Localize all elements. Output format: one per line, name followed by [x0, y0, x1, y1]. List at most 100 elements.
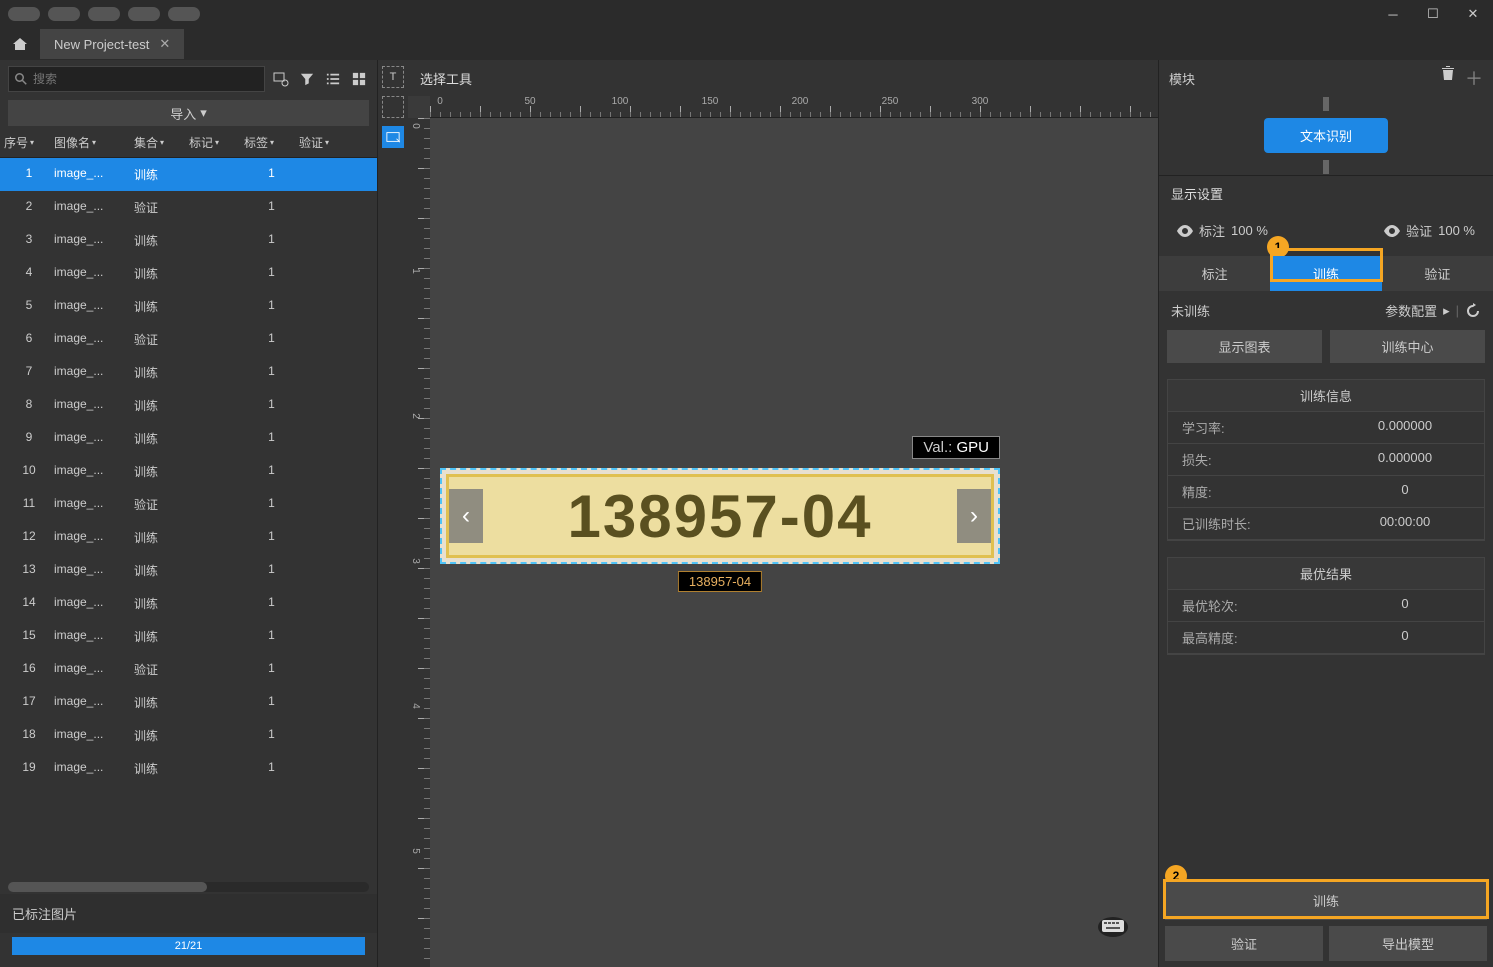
tab-close-icon[interactable]: ✕ — [159, 36, 170, 52]
table-row[interactable]: 12image_...训练1 — [0, 521, 377, 554]
minimize-button[interactable]: ─ — [1373, 0, 1413, 28]
import-button[interactable]: 导入 ▾ — [8, 100, 369, 126]
best-result-title: 最优结果 — [1168, 558, 1484, 590]
table-row[interactable]: 1image_...训练1 — [0, 158, 377, 191]
table-row[interactable]: 17image_...训练1 — [0, 686, 377, 719]
close-button[interactable]: ✕ — [1453, 0, 1493, 28]
table-row[interactable]: 18image_...训练1 — [0, 719, 377, 752]
table-row[interactable]: 8image_...训练1 — [0, 389, 377, 422]
toggle-annotation-visibility[interactable]: 标注 100 % — [1177, 221, 1268, 240]
maximize-button[interactable]: ☐ — [1413, 0, 1453, 28]
table-row[interactable]: 9image_...训练1 — [0, 422, 377, 455]
slot-top — [1159, 96, 1493, 112]
col-tag[interactable]: 标签▾ — [244, 134, 299, 151]
best-result-panel: 最优结果 最优轮次:0最高精度:0 — [1167, 557, 1485, 655]
table-row[interactable]: 10image_...训练1 — [0, 455, 377, 488]
menu-pill[interactable] — [8, 7, 40, 21]
right-panel: 模块 ＋ 文本识别 显示设置 标注 100 % 验证 100 % 1 — [1158, 60, 1493, 967]
train-button[interactable]: 训练 — [1165, 881, 1487, 920]
subtab-train[interactable]: 训练 — [1270, 256, 1381, 291]
tab-title: New Project-test — [54, 37, 149, 52]
ruler-horizontal: 050100150200250300 — [430, 96, 1158, 118]
canvas-area: 选择工具 050100150200250300 012345 Val.: GPU… — [408, 60, 1158, 967]
info-row: 已训练时长:00:00:00 — [1168, 508, 1484, 540]
info-row: 损失:0.000000 — [1168, 444, 1484, 476]
train-center-button[interactable]: 训练中心 — [1330, 330, 1485, 363]
grid-icon[interactable] — [349, 69, 369, 89]
ruler-vertical: 012345 — [408, 118, 430, 967]
table-row[interactable]: 13image_...训练1 — [0, 554, 377, 587]
best-row: 最优轮次:0 — [1168, 590, 1484, 622]
col-name[interactable]: 图像名▾ — [54, 134, 134, 151]
table-row[interactable]: 19image_...训练1 — [0, 752, 377, 785]
table-row[interactable]: 2image_...验证1 — [0, 191, 377, 224]
keyboard-icon[interactable] — [1098, 915, 1128, 937]
menu-pill[interactable] — [88, 7, 120, 21]
toolstrip: T — [378, 60, 408, 967]
image-selection[interactable]: Val.: GPU ‹ 138957-04 › 138957-04 — [440, 468, 1000, 564]
subtab-label[interactable]: 标注 — [1159, 256, 1270, 291]
train-info-title: 训练信息 — [1168, 380, 1484, 412]
table-row[interactable]: 5image_...训练1 — [0, 290, 377, 323]
image-search-icon[interactable] — [271, 69, 291, 89]
plate-text: 138957-04 — [568, 482, 873, 551]
show-chart-button[interactable]: 显示图表 — [1167, 330, 1322, 363]
titlebar: ─ ☐ ✕ — [0, 0, 1493, 28]
table-row[interactable]: 15image_...训练1 — [0, 620, 377, 653]
menu-pill[interactable] — [128, 7, 160, 21]
table-row[interactable]: 14image_...训练1 — [0, 587, 377, 620]
val-label: Val.: GPU — [912, 436, 1000, 459]
subtab-validate[interactable]: 验证 — [1382, 256, 1493, 291]
module-title: 模块 — [1169, 69, 1195, 88]
delete-module-icon[interactable] — [1441, 65, 1455, 91]
config-button[interactable]: 参数配置 — [1385, 301, 1437, 320]
left-panel: 导入 ▾ 序号▾ 图像名▾ 集合▾ 标记▾ 标签▾ 验证▾ 1image_...… — [0, 60, 378, 967]
menu-pill[interactable] — [48, 7, 80, 21]
table-body: 1image_...训练12image_...验证13image_...训练14… — [0, 158, 377, 880]
table-row[interactable]: 7image_...训练1 — [0, 356, 377, 389]
chevron-right-icon: ▸ — [1443, 303, 1450, 319]
canvas-toolbar-title: 选择工具 — [408, 60, 1158, 96]
eye-icon — [1384, 225, 1400, 237]
export-model-button[interactable]: 导出模型 — [1329, 926, 1487, 961]
search-input[interactable] — [8, 66, 265, 92]
train-info-panel: 训练信息 学习率:0.000000损失:0.000000精度:0已训练时长:00… — [1167, 379, 1485, 541]
menu-pill[interactable] — [168, 7, 200, 21]
home-button[interactable] — [0, 36, 40, 52]
table-row[interactable]: 3image_...训练1 — [0, 224, 377, 257]
info-row: 学习率:0.000000 — [1168, 412, 1484, 444]
table-row[interactable]: 16image_...验证1 — [0, 653, 377, 686]
validate-button[interactable]: 验证 — [1165, 926, 1323, 961]
prev-image-button[interactable]: ‹ — [449, 489, 483, 543]
h-scrollbar[interactable] — [8, 882, 369, 892]
search-field[interactable] — [33, 72, 258, 86]
toggle-validation-visibility[interactable]: 验证 100 % — [1384, 221, 1475, 240]
history-icon[interactable] — [1465, 303, 1481, 319]
col-index[interactable]: 序号▾ — [4, 134, 54, 151]
callout-badge-1: 1 — [1267, 236, 1289, 258]
project-tab[interactable]: New Project-test ✕ — [40, 29, 184, 59]
info-row: 精度:0 — [1168, 476, 1484, 508]
add-module-icon[interactable]: ＋ — [1465, 65, 1483, 91]
viewport[interactable]: Val.: GPU ‹ 138957-04 › 138957-04 — [430, 118, 1158, 967]
list-icon[interactable] — [323, 69, 343, 89]
table-row[interactable]: 4image_...训练1 — [0, 257, 377, 290]
col-mark[interactable]: 标记▾ — [189, 134, 244, 151]
text-tool[interactable]: T — [382, 66, 404, 88]
table-header: 序号▾ 图像名▾ 集合▾ 标记▾ 标签▾ 验证▾ — [0, 128, 377, 158]
col-val[interactable]: 验证▾ — [299, 134, 354, 151]
labeled-title: 已标注图片 — [0, 894, 377, 933]
module-chip[interactable]: 文本识别 — [1264, 118, 1388, 153]
col-set[interactable]: 集合▾ — [134, 134, 189, 151]
annotation-caption: 138957-04 — [678, 571, 762, 592]
table-row[interactable]: 6image_...验证1 — [0, 323, 377, 356]
display-settings-title: 显示设置 — [1159, 175, 1493, 211]
tabs-bar: New Project-test ✕ — [0, 28, 1493, 60]
next-image-button[interactable]: › — [957, 489, 991, 543]
filter-icon[interactable] — [297, 69, 317, 89]
best-row: 最高精度:0 — [1168, 622, 1484, 654]
marquee-tool[interactable] — [382, 96, 404, 118]
table-row[interactable]: 11image_...验证1 — [0, 488, 377, 521]
select-tool[interactable] — [382, 126, 404, 148]
eye-icon — [1177, 225, 1193, 237]
